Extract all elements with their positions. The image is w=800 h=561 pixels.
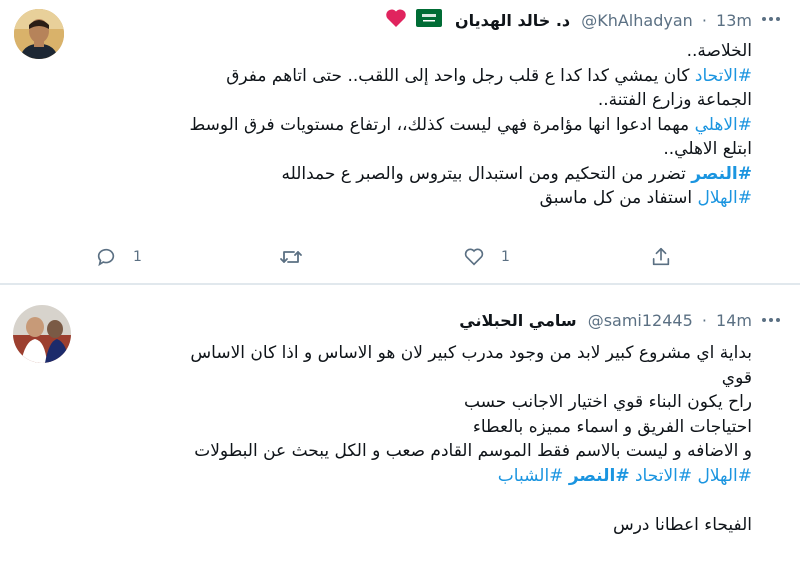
tweet-line: ابتلع الاهلي.. <box>72 137 752 162</box>
tweet-time[interactable]: 14m <box>716 310 752 332</box>
like-button[interactable]: 1 <box>463 243 510 271</box>
tweet-line <box>72 488 752 513</box>
tweet-header: سامي الحبلاني @sami12445 · 14m <box>459 309 752 331</box>
like-icon <box>463 246 485 268</box>
tweet-line: الجماعة وزارع الفتنة.. <box>72 88 752 113</box>
tweet-text-segment: بداية اي مشروع كبير لابد من وجود مدرب كب… <box>190 343 752 363</box>
tweet-line: #الهلال استفاد من كل ماسبق <box>72 186 752 211</box>
share-button[interactable] <box>650 243 672 271</box>
tweet-text-segment: راح يكون البناء قوي اختيار الاجانب حسب <box>463 392 752 412</box>
retweet-icon <box>279 246 303 268</box>
hashtag-link[interactable]: #الهلال <box>698 466 752 486</box>
retweet-button[interactable] <box>279 243 303 271</box>
tweet-line: الخلاصة.. <box>72 39 752 64</box>
tweet-text-segment: الجماعة وزارع الفتنة.. <box>597 90 752 110</box>
tweet-line: #النصر تضرر من التحكيم ومن استبدال بيترو… <box>72 162 752 187</box>
hashtag-link[interactable]: #الشباب <box>498 466 564 486</box>
tweet-line: راح يكون البناء قوي اختيار الاجانب حسب <box>72 390 752 415</box>
tweet-line: و الاضافه و ليست بالاسم فقط الموسم القاد… <box>72 439 752 464</box>
separator-dot: · <box>701 310 707 330</box>
tweet-line: #الاتحاد كان يمشي كدا كدا ع قلب رجل واحد… <box>72 64 752 89</box>
more-options-icon[interactable] <box>760 313 782 327</box>
tweet-line: بداية اي مشروع كبير لابد من وجود مدرب كب… <box>72 341 752 366</box>
saudi-flag-icon <box>415 9 442 33</box>
tweet-1: د. خالد الهديان @KhAlhadyan · 13m الخلاص… <box>0 0 800 284</box>
hashtag-link[interactable]: #الهلال <box>698 188 752 208</box>
reply-count: 1 <box>133 249 142 265</box>
avatar[interactable] <box>13 305 71 363</box>
user-handle[interactable]: @KhAlhadyan <box>581 10 693 32</box>
hashtag-link[interactable]: #الاتحاد <box>635 466 692 486</box>
separator-dot: · <box>701 11 707 30</box>
reply-icon <box>95 246 117 268</box>
tweet-text-segment: احتياجات الفريق و اسماء مميزه بالعطاء <box>472 416 752 437</box>
heart-icon <box>385 8 407 34</box>
tweet-text-segment: مهما ادعوا انها مؤامرة فهي ليست كذلك،، ا… <box>189 114 695 135</box>
like-count: 1 <box>501 249 510 265</box>
tweet-header: د. خالد الهديان @KhAlhadyan · 13m <box>385 8 752 30</box>
tweet-text-segment: الخلاصة.. <box>686 41 752 61</box>
more-options-icon[interactable] <box>760 12 782 26</box>
tweet-line: احتياجات الفريق و اسماء مميزه بالعطاء <box>72 415 752 440</box>
hashtag-link[interactable]: #الاهلي <box>695 115 752 135</box>
tweet-text-segment: استفاد من كل ماسبق <box>539 188 698 208</box>
tweet-text: الخلاصة.. #الاتحاد كان يمشي كدا كدا ع قلب… <box>72 39 753 211</box>
reply-button[interactable]: 1 <box>95 243 142 271</box>
tweet-text-segment: و الاضافه و ليست بالاسم فقط الموسم القاد… <box>194 441 752 461</box>
user-handle[interactable]: @sami12445 <box>588 310 693 332</box>
divider <box>0 284 800 285</box>
hashtag-link[interactable]: #النصر <box>691 164 752 184</box>
tweet-actions: 1 1 <box>0 243 800 271</box>
avatar[interactable] <box>14 9 64 59</box>
tweet-text-segment: قوي <box>721 367 752 388</box>
tweet-text-segment: كان يمشي كدا كدا ع قلب رجل واحد إلى اللق… <box>226 65 695 86</box>
display-name[interactable]: سامي الحبلاني <box>459 310 576 332</box>
tweet-text-segment: ابتلع الاهلي.. <box>663 139 752 159</box>
tweet-time[interactable]: 13m <box>716 10 752 32</box>
display-name[interactable]: د. خالد الهديان <box>455 10 570 32</box>
tweet-text: بداية اي مشروع كبير لابد من وجود مدرب كب… <box>72 341 752 537</box>
tweet-line: قوي <box>72 366 752 391</box>
tweet-text-segment: الفيحاء اعطانا درس <box>612 514 752 535</box>
tweet-text-segment: تضرر من التحكيم ومن استبدال بيتروس والصب… <box>281 163 692 184</box>
share-icon <box>650 246 672 268</box>
hashtag-link[interactable]: #النصر <box>569 466 630 486</box>
tweet-line: #الهلال #الاتحاد #النصر #الشباب <box>72 464 752 489</box>
tweet-line: الفيحاء اعطانا درس <box>72 513 752 538</box>
tweet-line: #الاهلي مهما ادعوا انها مؤامرة فهي ليست … <box>72 113 753 138</box>
hashtag-link[interactable]: #الاتحاد <box>695 66 752 86</box>
